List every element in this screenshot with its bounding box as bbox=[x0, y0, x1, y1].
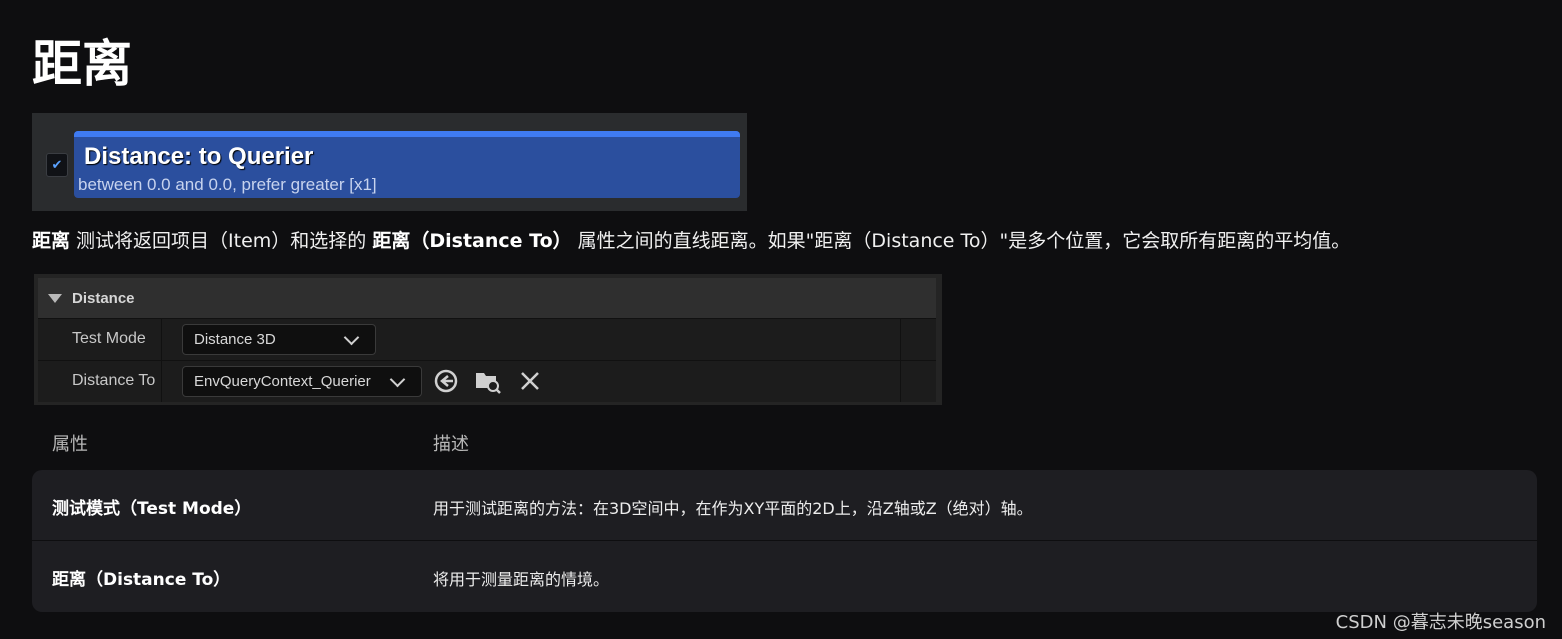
enable-checkbox[interactable]: ✔ bbox=[46, 153, 68, 177]
table-header-property: 属性 bbox=[52, 434, 88, 455]
distance-to-dropdown[interactable]: EnvQueryContext_Querier bbox=[182, 366, 422, 397]
property-row-test-mode: Test Mode Distance 3D bbox=[38, 318, 936, 360]
watermark: CSDN @暮志未晚season bbox=[1335, 612, 1546, 633]
section-header-distance[interactable]: Distance bbox=[38, 278, 936, 318]
desc-text-1: 测试将返回项目（Item）和选择的 bbox=[70, 230, 373, 252]
property-label: Distance To bbox=[72, 372, 156, 389]
table-cell-description: 将用于测量距离的情境。 bbox=[433, 570, 610, 589]
arrow-left-circle-icon[interactable] bbox=[432, 367, 460, 395]
desc-text-2: 属性之间的直线距离。如果"距离（Distance To）"是多个位置，它会取所有… bbox=[571, 230, 1351, 252]
test-mode-dropdown[interactable]: Distance 3D bbox=[182, 324, 376, 355]
desc-term-distance-to: 距离（Distance To） bbox=[372, 230, 572, 252]
column-divider bbox=[161, 361, 162, 402]
table-cell-description: 用于测试距离的方法：在3D空间中，在作为XY平面的2D上，沿Z轴或Z（绝对）轴。 bbox=[433, 499, 1033, 518]
dropdown-value: Distance 3D bbox=[194, 331, 276, 348]
column-divider bbox=[161, 319, 162, 360]
desc-term-distance: 距离 bbox=[32, 230, 71, 252]
folder-search-icon[interactable] bbox=[474, 367, 502, 395]
dropdown-value: EnvQueryContext_Querier bbox=[194, 373, 371, 390]
test-node-image: ✔ Distance: to Querier between 0.0 and 0… bbox=[32, 113, 747, 211]
table-header-description: 描述 bbox=[433, 434, 469, 455]
description-paragraph: 距离 测试将返回项目（Item）和选择的 距离（Distance To） 属性之… bbox=[32, 226, 1350, 253]
column-divider bbox=[900, 319, 901, 360]
properties-table: 测试模式（Test Mode） 用于测试距离的方法：在3D空间中，在作为XY平面… bbox=[32, 470, 1537, 612]
check-icon: ✔ bbox=[51, 157, 63, 172]
close-icon[interactable] bbox=[516, 367, 544, 395]
node-body: Distance: to Querier between 0.0 and 0.0… bbox=[74, 131, 740, 198]
table-row: 距离（Distance To） 将用于测量距离的情境。 bbox=[32, 541, 1537, 611]
node-header-bar bbox=[74, 131, 740, 137]
chevron-down-icon bbox=[389, 371, 406, 388]
table-cell-property: 测试模式（Test Mode） bbox=[52, 499, 252, 519]
node-subtitle: between 0.0 and 0.0, prefer greater [x1] bbox=[78, 175, 377, 194]
collapse-triangle-icon[interactable] bbox=[48, 293, 62, 303]
chevron-down-icon bbox=[343, 329, 360, 346]
property-label: Test Mode bbox=[72, 330, 146, 347]
table-row: 测试模式（Test Mode） 用于测试距离的方法：在3D空间中，在作为XY平面… bbox=[32, 470, 1537, 541]
column-divider bbox=[900, 361, 901, 402]
details-panel: Distance Test Mode Distance 3D Distance … bbox=[34, 274, 942, 405]
property-row-distance-to: Distance To EnvQueryContext_Querier bbox=[38, 360, 936, 402]
node-title: Distance: to Querier bbox=[84, 143, 314, 170]
page-title: 距离 bbox=[32, 35, 132, 93]
table-cell-property: 距离（Distance To） bbox=[52, 570, 231, 590]
section-label: Distance bbox=[72, 289, 135, 307]
